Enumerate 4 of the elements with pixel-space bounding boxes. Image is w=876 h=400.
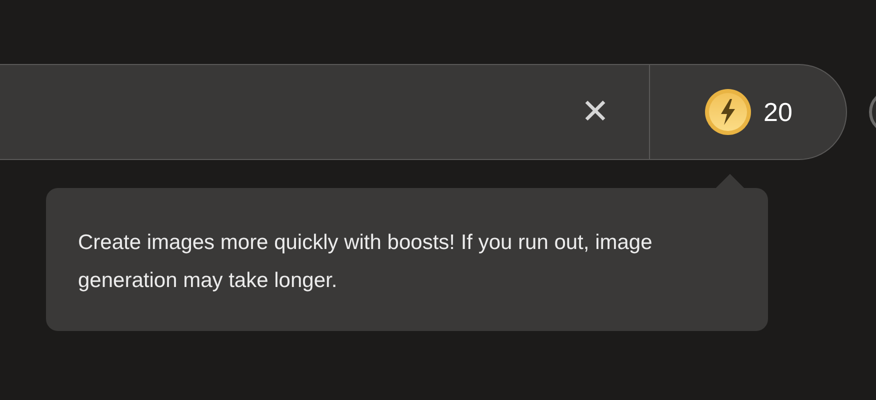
- boosts-button[interactable]: 20: [650, 65, 846, 159]
- tooltip-text: Create images more quickly with boosts! If you run out, image generation may take longer.: [78, 230, 654, 294]
- close-button[interactable]: ✕: [575, 92, 615, 132]
- lightning-coin-icon: [704, 88, 752, 136]
